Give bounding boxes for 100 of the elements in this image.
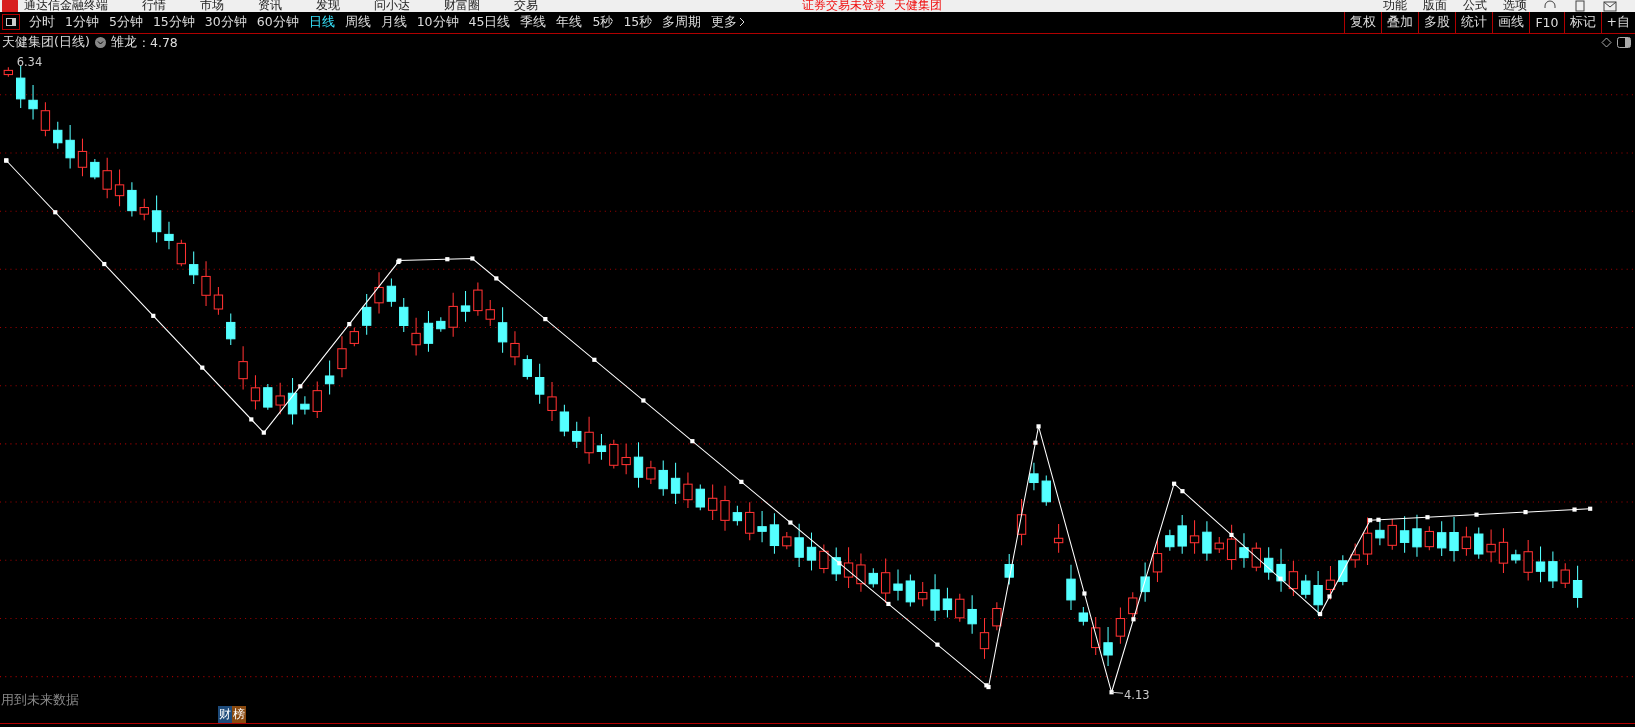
candlestick (1140, 561, 1150, 602)
candlestick (1572, 564, 1583, 608)
period-tab[interactable]: 1分钟 (60, 13, 104, 31)
candlestick (683, 471, 693, 509)
period-tab[interactable]: 45日线 (463, 13, 516, 31)
chart-tool-button[interactable]: 多股 (1418, 11, 1456, 33)
candlestick (497, 306, 508, 353)
candlestick (979, 617, 990, 659)
candlestick (1498, 527, 1509, 574)
candlestick (1251, 541, 1261, 572)
menu-item[interactable]: 选项 (1503, 0, 1527, 12)
candlestick (1066, 563, 1076, 611)
period-tab[interactable]: 5分钟 (103, 13, 148, 31)
chart-tool-button[interactable]: 画线 (1492, 11, 1530, 33)
candlestick (559, 403, 570, 437)
candlestick (102, 156, 112, 199)
chart-tool-button[interactable]: 统计 (1455, 11, 1493, 33)
candlestick (745, 501, 755, 541)
diamond-icon[interactable] (1601, 36, 1612, 48)
period-tab[interactable]: 15秒 (618, 13, 658, 31)
candlestick (28, 84, 38, 120)
period-tab[interactable]: 60分钟 (251, 13, 304, 31)
chevron-right-icon (739, 17, 746, 28)
candlestick (176, 238, 186, 267)
period-tab[interactable]: 分时 (24, 13, 60, 31)
candlestick (127, 181, 137, 217)
menu-item[interactable]: 市场 (200, 0, 224, 12)
candlestick (1177, 513, 1187, 554)
candlestick (1276, 547, 1286, 592)
candlestick (868, 567, 878, 588)
candlestick (238, 345, 248, 390)
chart-tool-button[interactable]: 标记 (1563, 11, 1601, 33)
candlestick (1041, 474, 1051, 506)
dropdown-icon[interactable] (94, 36, 106, 48)
candlestick (1461, 525, 1472, 556)
period-tab[interactable]: 年线 (551, 13, 588, 31)
period-tab[interactable]: 15分钟 (147, 13, 200, 31)
candlestick (856, 552, 866, 592)
period-tab[interactable]: 30分钟 (199, 13, 252, 31)
panel-toggle-button[interactable] (2, 14, 20, 31)
menu-item[interactable]: 公式 (1463, 0, 1487, 12)
candlestick (473, 281, 483, 316)
menu-item[interactable]: 交易 (514, 0, 538, 12)
app-logo-icon (2, 0, 18, 12)
candlestick (880, 557, 891, 603)
candlestick (460, 289, 471, 322)
candlestick (189, 250, 199, 285)
candlestick (955, 592, 965, 622)
candlestick (1078, 605, 1089, 626)
candlestick (77, 137, 88, 177)
candlestick (65, 124, 75, 169)
phone-icon[interactable] (1575, 0, 1585, 12)
menu-item[interactable]: 行情 (142, 0, 166, 12)
mail-icon[interactable] (1603, 0, 1617, 12)
menu-item[interactable]: 问小达 (374, 0, 410, 12)
chart-tool-button[interactable]: 叠加 (1381, 11, 1419, 33)
candlestick (1189, 519, 1200, 554)
candlestick (362, 293, 372, 335)
candlestick (1165, 528, 1175, 551)
menu-item[interactable]: 功能 (1383, 0, 1407, 12)
candlestick (1424, 525, 1434, 551)
period-tab[interactable]: 季线 (515, 13, 552, 31)
candlestick (658, 459, 668, 496)
candlestick (1511, 548, 1521, 564)
candlestick (1523, 539, 1533, 581)
chart-tool-button[interactable]: +自 (1600, 11, 1635, 33)
candlestick (1115, 606, 1126, 644)
menu-item[interactable]: 发现 (316, 0, 340, 12)
candlestick (1053, 523, 1064, 553)
menu-item[interactable]: 资讯 (258, 0, 282, 12)
candlestick (349, 326, 359, 347)
period-tab[interactable]: 多周期 (657, 13, 707, 31)
menu-item[interactable]: 财富圈 (444, 0, 480, 12)
period-tab[interactable]: 更多 (706, 13, 751, 31)
panel-icon (6, 18, 16, 27)
login-notice: 证券交易未登录 (802, 0, 886, 12)
candlestick (1387, 518, 1397, 550)
chart-tool-button[interactable]: 复权 (1344, 11, 1382, 33)
candlestick (201, 260, 211, 306)
period-tab[interactable]: 10分钟 (411, 13, 464, 31)
candlestick (695, 483, 705, 511)
chart-tool-button[interactable]: F10 (1529, 11, 1564, 33)
candlestick (386, 277, 397, 307)
menu-item[interactable]: 版面 (1423, 0, 1447, 12)
period-tab[interactable]: 5秒 (587, 13, 619, 31)
candlestick (1226, 523, 1237, 570)
candlestick (213, 286, 224, 315)
panel-icon[interactable] (1617, 36, 1631, 48)
candlestick (1548, 550, 1558, 589)
candlestick (324, 359, 335, 395)
candlestick (720, 484, 730, 531)
candlestick (1437, 520, 1447, 556)
candlestick (287, 377, 298, 425)
period-tab[interactable]: 月线 (375, 13, 412, 31)
period-tab[interactable]: 周线 (339, 13, 376, 31)
stock-name: 天健集团 (894, 0, 942, 12)
period-tab[interactable]: 日线 (303, 13, 340, 31)
candlestick (1288, 560, 1299, 597)
candlestick (1214, 536, 1224, 554)
candlestick (670, 461, 681, 505)
